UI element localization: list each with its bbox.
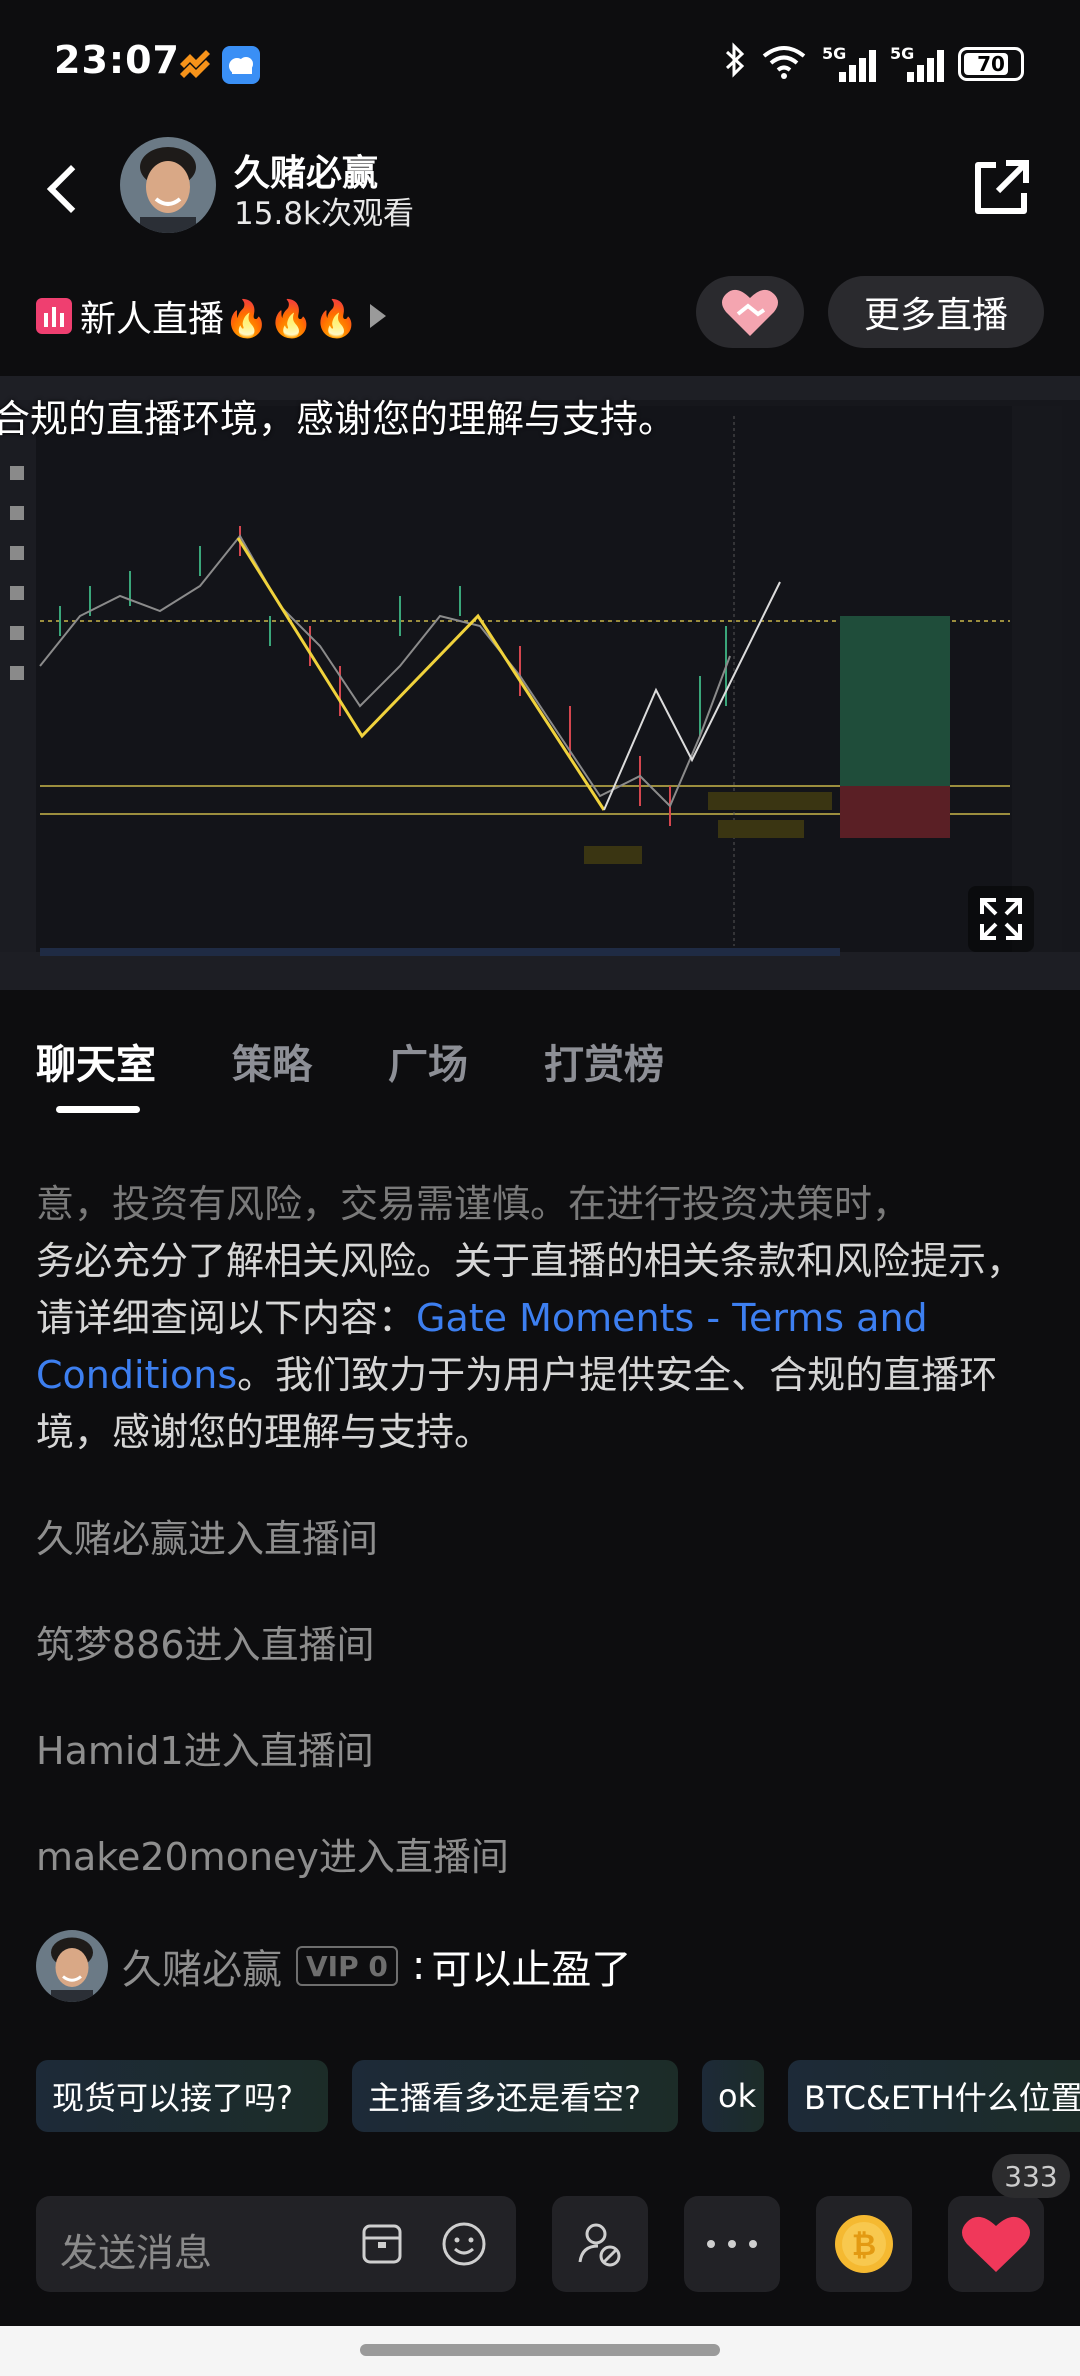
quick-reply-chip[interactable]: BTC&ETH什么位置 xyxy=(788,2060,1080,2132)
emoji-icon[interactable] xyxy=(440,2220,488,2268)
quick-reply-chip[interactable]: ok xyxy=(702,2060,764,2132)
quick-reply-chip[interactable]: 主播看多还是看空? xyxy=(352,2060,678,2132)
chat-message: 久赌必赢 VIP 0 : 可以止盈了 xyxy=(36,1930,631,2002)
heart-icon xyxy=(722,289,778,336)
home-indicator[interactable] xyxy=(360,2344,720,2356)
wifi-icon xyxy=(760,44,808,84)
tab-square[interactable]: 广场 xyxy=(388,1032,468,1090)
tip-coin-button[interactable]: ₿ xyxy=(816,2196,912,2292)
risk-notice: 意，投资有风险，交易需谨慎。在进行投资决策时， 务必充分了解相关风险。关于直播的… xyxy=(36,1176,1046,1461)
heart-icon xyxy=(962,2216,1030,2272)
notice-faded-line: 意，投资有风险，交易需谨慎。在进行投资决策时， xyxy=(36,1182,911,1226)
chart-screen-share xyxy=(0,376,1080,990)
tab-tip-ranking[interactable]: 打赏榜 xyxy=(544,1032,664,1090)
bitcoin-coin-icon: ₿ xyxy=(835,2215,893,2273)
live-badge-icon xyxy=(36,298,72,334)
chat-username[interactable]: 久赌必赢 xyxy=(122,1937,282,1995)
status-time: 23:07 xyxy=(54,38,180,82)
fullscreen-icon[interactable] xyxy=(968,886,1034,952)
vip-badge: VIP 0 xyxy=(296,1946,398,1986)
enter-message: 筑梦886进入直播间 xyxy=(36,1623,375,1667)
tab-chat-room[interactable]: 聊天室 xyxy=(36,1032,156,1090)
enter-message: Hamid1进入直播间 xyxy=(36,1729,374,1773)
chat-colon: : xyxy=(411,1943,426,1989)
tab-bar: 聊天室 策略 广场 打赏榜 xyxy=(36,1032,664,1090)
signal-icon-2: 5G xyxy=(890,44,944,84)
like-button[interactable] xyxy=(948,2196,1044,2292)
view-count: 15.8k次观看 xyxy=(234,196,414,232)
svg-text:₿: ₿ xyxy=(852,2228,876,2263)
app-notification-icon xyxy=(180,50,210,78)
status-bar: 23:07 5G 5G 70 xyxy=(0,0,1080,120)
enter-message: make20money进入直播间 xyxy=(36,1835,509,1879)
live-tag-label: 新人直播🔥🔥🔥 xyxy=(80,299,359,340)
user-check-icon xyxy=(578,2223,621,2267)
host-avatar[interactable] xyxy=(120,137,216,233)
more-live-button[interactable]: 更多直播 xyxy=(828,276,1044,348)
quick-reply-chip[interactable]: 现货可以接了吗? xyxy=(36,2060,328,2132)
enter-message: 久赌必赢进入直播间 xyxy=(36,1517,379,1561)
more-options-button[interactable] xyxy=(684,2196,780,2292)
message-input[interactable]: 发送消息 xyxy=(36,2196,516,2292)
tab-strategy[interactable]: 策略 xyxy=(232,1032,312,1090)
active-tab-indicator xyxy=(56,1106,140,1113)
bluetooth-icon xyxy=(724,42,746,86)
message-placeholder: 发送消息 xyxy=(60,2231,213,2275)
chat-text: 可以止盈了 xyxy=(431,1947,632,1993)
gift-box-icon[interactable] xyxy=(360,2222,404,2266)
handshake-heart-button[interactable] xyxy=(696,276,804,348)
share-icon[interactable] xyxy=(968,155,1034,221)
user-manage-button[interactable] xyxy=(552,2196,648,2292)
weather-icon xyxy=(222,46,260,84)
signal-icon: 5G xyxy=(822,44,876,84)
play-icon xyxy=(370,304,387,328)
like-count-badge: 333 xyxy=(992,2154,1070,2198)
battery-icon: 70 xyxy=(958,47,1024,81)
back-button[interactable] xyxy=(40,158,90,218)
video-caption: 合规的直播环境，感谢您的理解与支持。 xyxy=(0,397,677,441)
new-live-tag[interactable]: 新人直播🔥🔥🔥 xyxy=(36,290,387,342)
more-dots-icon xyxy=(707,2240,757,2248)
chat-user-avatar[interactable] xyxy=(36,1930,108,2002)
live-video[interactable]: 合规的直播环境，感谢您的理解与支持。 xyxy=(0,376,1080,990)
